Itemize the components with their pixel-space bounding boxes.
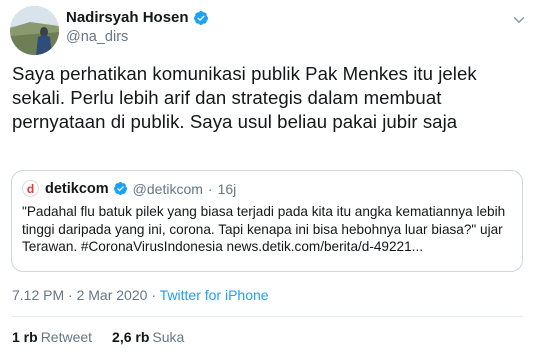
quoted-text-line: "Padahal flu batuk pilek yang biasa terj… [22,204,506,219]
like-label: Suka [152,329,185,345]
retweet-label: Retweet [40,329,93,345]
quoted-tweet-card[interactable]: d detikcom @detikcom · 16j "Padahal flu … [11,170,523,272]
tweet-text-line: pernyataan di publik. Saya usul beliau p… [12,111,458,132]
author-handle[interactable]: @na_dirs [66,29,128,45]
avatar-photo [10,6,59,55]
tweet-meta: 7.12 PM · 2 Mar 2020 · Twitter for iPhon… [12,287,269,303]
like-count: 2,6 rb [112,329,150,345]
retweet-count: 1 rb [12,329,38,345]
detikcom-logo-icon: d [22,180,39,197]
like-stat[interactable]: 2,6 rb Suka [112,329,184,345]
quoted-tweet-header: d detikcom @detikcom · 16j [22,180,236,197]
divider [12,316,523,317]
separator-dot: · [151,287,156,303]
tweet-time[interactable]: 7.12 PM [12,287,64,303]
verified-badge-icon [193,10,208,25]
quoted-time: 16j [217,180,237,197]
tweet-stats: 1 rb Retweet 2,6 rb Suka [12,329,204,345]
tweet-text-line: Saya perhatikan komunikasi publik Pak Me… [12,63,477,84]
retweet-stat[interactable]: 1 rb Retweet [12,329,92,345]
separator-dot: · [68,287,73,303]
author-display-name[interactable]: Nadirsyah Hosen [66,9,189,26]
tweet-source-link[interactable]: Twitter for iPhone [160,287,269,303]
quoted-text-line: tinggi daripada yang ini, corona. Tapi k… [22,221,503,237]
quoted-display-name: detikcom [45,180,109,197]
quoted-tweet-text: "Padahal flu batuk pilek yang biasa terj… [22,203,514,256]
verified-badge-icon [113,181,127,196]
tweet-text: Saya perhatikan komunikasi publik Pak Me… [12,62,527,134]
tweet-text-line: sekali. Perlu lebih arif dan strategis d… [12,87,442,108]
separator-dot: · [207,180,213,197]
quoted-text-line: Terawan. #CoronaVirusIndonesia news.deti… [22,239,423,254]
avatar[interactable] [10,6,59,55]
author-name-row[interactable]: Nadirsyah Hosen [66,9,209,26]
chevron-down-icon[interactable] [510,11,528,29]
tweet-date[interactable]: 2 Mar 2020 [77,287,148,303]
quoted-handle: @detikcom [132,180,203,197]
